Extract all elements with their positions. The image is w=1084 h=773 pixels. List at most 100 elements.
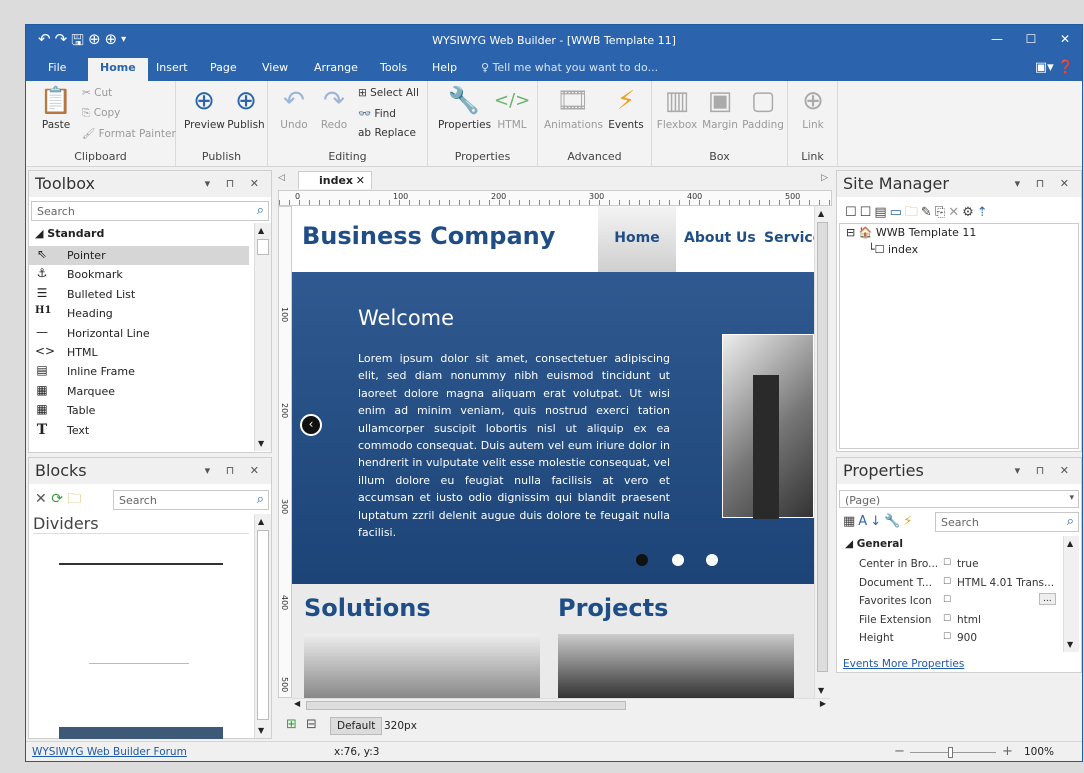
- events-link[interactable]: Events: [843, 658, 879, 670]
- link-button[interactable]: ⊕ Link: [794, 85, 832, 131]
- properties-button[interactable]: 🔧 Properties: [438, 85, 491, 131]
- divider-dots-preview[interactable]: [89, 663, 189, 664]
- animations-button[interactable]: 🎞 Animations: [544, 85, 603, 131]
- blocks-search[interactable]: Search ⌕: [113, 490, 269, 510]
- undo-button[interactable]: ↶ Undo: [276, 85, 312, 131]
- toolbox-category[interactable]: ◢ Standard: [35, 227, 104, 240]
- new-page-icon[interactable]: ☐: [845, 205, 860, 220]
- edit-page-icon[interactable]: ✎: [921, 205, 935, 220]
- toolbox-item-heading[interactable]: H1 Heading: [29, 304, 249, 323]
- nav-home[interactable]: Home: [598, 206, 676, 272]
- site-tree-root[interactable]: ⊟ 🏠 WWB Template 11: [846, 226, 976, 239]
- property-value[interactable]: HTML 4.01 Trans...: [957, 577, 1054, 589]
- tell-me-search[interactable]: ♀ Tell me what you want to do...: [481, 61, 658, 74]
- design-canvas[interactable]: Business Company Home About Us Service W…: [292, 206, 814, 698]
- nav-service[interactable]: Service: [764, 230, 814, 246]
- tab-insert[interactable]: Insert: [156, 61, 188, 74]
- scroll-up-icon[interactable]: ▲: [258, 517, 264, 526]
- clone-icon[interactable]: ⎘: [935, 205, 948, 220]
- scroll-down-icon[interactable]: ▼: [1067, 640, 1073, 649]
- divider-thin-preview[interactable]: [59, 563, 223, 565]
- zoom-slider[interactable]: [910, 747, 996, 758]
- scroll-right-icon[interactable]: ▶: [820, 699, 826, 708]
- html-button[interactable]: </> HTML: [494, 85, 530, 131]
- tab-view[interactable]: View: [262, 61, 288, 74]
- dropdown-icon[interactable]: ▾: [1069, 493, 1074, 503]
- toolbox-scrollbar[interactable]: ▲ ▼: [254, 223, 271, 451]
- property-row[interactable]: Document T... ☐ HTML 4.01 Trans...: [839, 574, 1059, 592]
- publish-button[interactable]: ⊕ Publish: [226, 85, 266, 131]
- refresh-icon[interactable]: ⟳: [51, 491, 63, 507]
- canvas-hscroll[interactable]: ◀ ▶: [292, 698, 830, 712]
- account-icon[interactable]: ▣▾ ❓: [1035, 60, 1074, 75]
- tab-tools[interactable]: Tools: [380, 61, 407, 74]
- property-row[interactable]: Height ☐ 900: [839, 629, 1059, 647]
- nav-about[interactable]: About Us: [684, 230, 756, 246]
- scroll-thumb[interactable]: [257, 239, 269, 255]
- breakpoint-value[interactable]: 320px: [384, 720, 417, 732]
- property-row[interactable]: Center in Bro... ☐ true: [839, 555, 1059, 573]
- copy-button[interactable]: ⎘ Copy: [82, 107, 120, 120]
- select-all-button[interactable]: ⊞ Select All: [358, 87, 419, 99]
- find-button[interactable]: 👓 Find: [358, 107, 396, 120]
- add-page-icon[interactable]: ☐: [860, 205, 875, 220]
- tab-arrange[interactable]: Arrange: [314, 61, 358, 74]
- events-icon[interactable]: ⚡: [903, 514, 915, 529]
- paste-button[interactable]: 📋 Paste: [36, 85, 76, 131]
- categorized-icon[interactable]: ▦: [843, 514, 858, 529]
- toolbox-item-table[interactable]: ▦ Table: [29, 401, 249, 420]
- delete-icon[interactable]: ✕: [948, 205, 962, 220]
- padding-button[interactable]: ▢ Padding: [742, 85, 784, 131]
- canvas-vscroll[interactable]: ▲ ▼: [814, 206, 830, 698]
- object-selector[interactable]: (Page) ▾: [839, 490, 1079, 508]
- property-row[interactable]: File Extension ☐ html: [839, 611, 1059, 629]
- tab-scroll-left-icon[interactable]: ◁: [278, 173, 285, 183]
- replace-button[interactable]: ab Replace: [358, 127, 416, 139]
- divider-block-preview[interactable]: [59, 727, 223, 739]
- property-row[interactable]: Favorites Icon ☐...: [839, 592, 1059, 610]
- flexbox-button[interactable]: ▥ Flexbox: [656, 85, 698, 131]
- zoom-slider-thumb[interactable]: [948, 747, 953, 758]
- toolbox-item-html[interactable]: <> HTML: [29, 343, 249, 362]
- scroll-up-icon[interactable]: ▲: [258, 226, 264, 235]
- ellipsis-button[interactable]: ...: [1039, 593, 1056, 605]
- toolbox-item-marquee[interactable]: ▦ Marquee: [29, 382, 249, 401]
- add-breakpoint-icon[interactable]: ⊞: [286, 717, 297, 732]
- properties-icon[interactable]: 🔧: [884, 514, 903, 529]
- toolbox-item-text[interactable]: T Text: [29, 421, 249, 440]
- panel-controls[interactable]: ▾ ⊓ ✕: [205, 464, 265, 477]
- tab-page[interactable]: Page: [210, 61, 237, 74]
- settings-icon[interactable]: ⚙: [962, 205, 977, 220]
- edit-breakpoint-icon[interactable]: ⊟: [306, 717, 317, 732]
- maximize-button[interactable]: ☐: [1014, 25, 1048, 55]
- search-icon[interactable]: ⌕: [1067, 514, 1074, 529]
- scroll-down-icon[interactable]: ▼: [258, 439, 264, 448]
- tab-file[interactable]: File: [48, 61, 66, 74]
- panel-controls[interactable]: ▾ ⊓ ✕: [1015, 177, 1075, 190]
- scroll-down-icon[interactable]: ▼: [258, 726, 264, 735]
- page-props-icon[interactable]: ▤: [874, 205, 889, 220]
- panel-controls[interactable]: ▾ ⊓ ✕: [205, 177, 265, 190]
- close-button[interactable]: ✕: [1048, 25, 1082, 55]
- property-value[interactable]: 900: [957, 632, 977, 644]
- zoom-in-icon[interactable]: +: [1002, 744, 1013, 759]
- scroll-up-icon[interactable]: ▲: [1067, 539, 1073, 548]
- margin-button[interactable]: ▣ Margin: [700, 85, 740, 131]
- toolbox-search[interactable]: Search ⌕: [31, 201, 269, 221]
- property-section[interactable]: ◢ General: [845, 538, 903, 550]
- tab-index[interactable]: index ✕: [298, 171, 372, 189]
- redo-button[interactable]: ↷ Redo: [316, 85, 352, 131]
- property-value[interactable]: html: [957, 614, 981, 626]
- more-properties-link[interactable]: More Properties: [882, 658, 964, 670]
- scroll-thumb[interactable]: [817, 222, 828, 672]
- properties-search[interactable]: Search ⌕: [935, 512, 1079, 532]
- toolbox-item-pointer[interactable]: ⇖ Pointer: [29, 246, 249, 265]
- breakpoint-default[interactable]: Default: [330, 717, 383, 735]
- cut-button[interactable]: ✂ Cut: [82, 87, 112, 99]
- scroll-up-icon[interactable]: ▲: [818, 209, 824, 218]
- blocks-scrollbar[interactable]: ▲ ▼: [254, 514, 271, 738]
- zoom-out-icon[interactable]: −: [894, 744, 905, 759]
- tab-scroll-right-icon[interactable]: ▷: [821, 173, 828, 183]
- slider-dot-2[interactable]: [672, 554, 684, 566]
- tab-home[interactable]: Home: [88, 58, 148, 81]
